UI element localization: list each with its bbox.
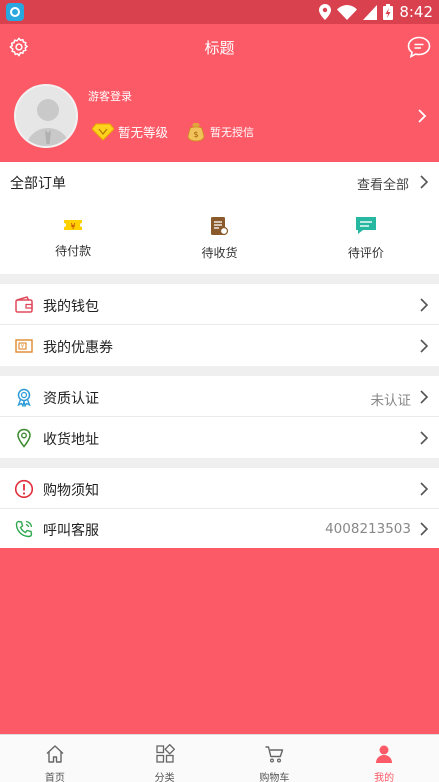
guest-login-link[interactable]: 游客登录	[88, 88, 132, 104]
battery-icon	[383, 4, 394, 20]
bottom-tab-bar: 首页 分类 购物车 我的	[0, 734, 439, 782]
tab-home[interactable]: 首页	[0, 735, 110, 782]
customer-service-row[interactable]: 呼叫客服 4008213503	[0, 508, 439, 549]
shopping-cart-icon	[265, 746, 284, 763]
diamond-level-icon	[92, 123, 114, 141]
qualification-row[interactable]: 资质认证 未认证	[0, 376, 439, 417]
credit-bag-icon: $	[187, 123, 205, 142]
credit-text: 暂无授信	[210, 126, 254, 139]
tab-label: 我的	[374, 773, 395, 782]
orders-header[interactable]: 全部订单 查看全部	[0, 162, 439, 202]
order-item-label: 待评价	[347, 246, 384, 260]
menu-label: 我的钱包	[43, 299, 99, 315]
section-divider	[0, 274, 439, 284]
view-all-orders-link[interactable]: 查看全部	[357, 174, 409, 193]
chevron-right-icon	[420, 431, 429, 445]
receipt-icon	[211, 217, 229, 236]
status-icons: 8:42	[319, 2, 433, 22]
chevron-right-icon	[420, 522, 429, 536]
app-notification-icon	[6, 3, 24, 21]
order-pending-review[interactable]: 待评价	[293, 212, 439, 262]
status-bar: 8:42	[0, 0, 439, 24]
profile-settings-group: 资质认证 未认证 收货地址	[0, 376, 439, 458]
certificate-badge-icon	[17, 388, 31, 407]
orders-section: 全部订单 查看全部 ¥ 待付款 待收货 待评价	[0, 162, 439, 274]
message-icon[interactable]	[407, 36, 431, 58]
address-row[interactable]: 收货地址	[0, 417, 439, 458]
home-icon	[46, 745, 64, 763]
alert-circle-icon	[14, 479, 34, 499]
service-phone-number: 4008213503	[325, 521, 411, 537]
location-icon	[319, 4, 332, 20]
comment-icon	[355, 217, 376, 234]
chevron-right-icon	[420, 298, 429, 312]
help-group: 购物须知 呼叫客服 4008213503	[0, 468, 439, 548]
level-text: 暂无等级	[118, 125, 169, 140]
phone-icon	[15, 520, 33, 538]
profile-card[interactable]: 游客登录 暂无等级 $ 暂无授信	[0, 70, 439, 162]
chevron-right-icon	[420, 390, 429, 404]
account-group: 我的钱包 ¥ 我的优惠券	[0, 284, 439, 366]
svg-text:¥: ¥	[21, 344, 24, 350]
svg-text:$: $	[193, 130, 198, 139]
signal-icon	[363, 4, 378, 20]
svg-text:¥: ¥	[71, 222, 76, 231]
wallet-icon	[15, 296, 33, 313]
title-bar: 标题	[0, 24, 439, 70]
chevron-right-icon	[420, 339, 429, 353]
qualification-status: 未认证	[370, 393, 412, 409]
menu-label: 我的优惠券	[43, 340, 113, 356]
order-item-label: 待收货	[201, 246, 238, 260]
menu-label: 呼叫客服	[43, 523, 99, 539]
tab-label: 购物车	[259, 773, 290, 782]
section-divider	[0, 366, 439, 376]
my-coupons-row[interactable]: ¥ 我的优惠券	[0, 325, 439, 366]
order-pending-payment[interactable]: ¥ 待付款	[0, 212, 146, 262]
default-avatar-icon	[16, 86, 76, 146]
category-grid-icon	[155, 744, 175, 763]
user-profile-icon	[376, 745, 393, 763]
tab-category[interactable]: 分类	[110, 735, 220, 782]
chevron-right-icon	[418, 109, 427, 123]
tab-mine[interactable]: 我的	[329, 735, 439, 782]
orders-title: 全部订单	[10, 176, 66, 192]
tab-label: 分类	[154, 773, 175, 782]
coupon-icon: ¥	[15, 339, 33, 353]
member-level: 暂无等级	[92, 122, 168, 141]
order-item-label: 待付款	[55, 244, 92, 258]
order-pending-receipt[interactable]: 待收货	[146, 212, 292, 262]
tab-label: 首页	[44, 773, 65, 782]
menu-label: 收货地址	[43, 432, 99, 448]
tab-cart[interactable]: 购物车	[220, 735, 330, 782]
menu-label: 资质认证	[43, 391, 99, 407]
chevron-right-icon	[420, 175, 429, 189]
location-pin-icon	[17, 428, 31, 448]
shopping-notice-row[interactable]: 购物须知	[0, 468, 439, 509]
wifi-icon	[337, 4, 358, 20]
section-divider	[0, 458, 439, 468]
credit-status: $ 暂无授信	[186, 122, 254, 142]
order-status-list: ¥ 待付款 待收货 待评价	[0, 212, 439, 262]
status-time: 8:42	[399, 3, 433, 21]
page-title: 标题	[204, 39, 235, 57]
menu-label: 购物须知	[43, 483, 99, 499]
chevron-right-icon	[420, 482, 429, 496]
wallet-pay-icon: ¥	[64, 220, 83, 231]
avatar[interactable]	[14, 84, 78, 148]
my-wallet-row[interactable]: 我的钱包	[0, 284, 439, 325]
